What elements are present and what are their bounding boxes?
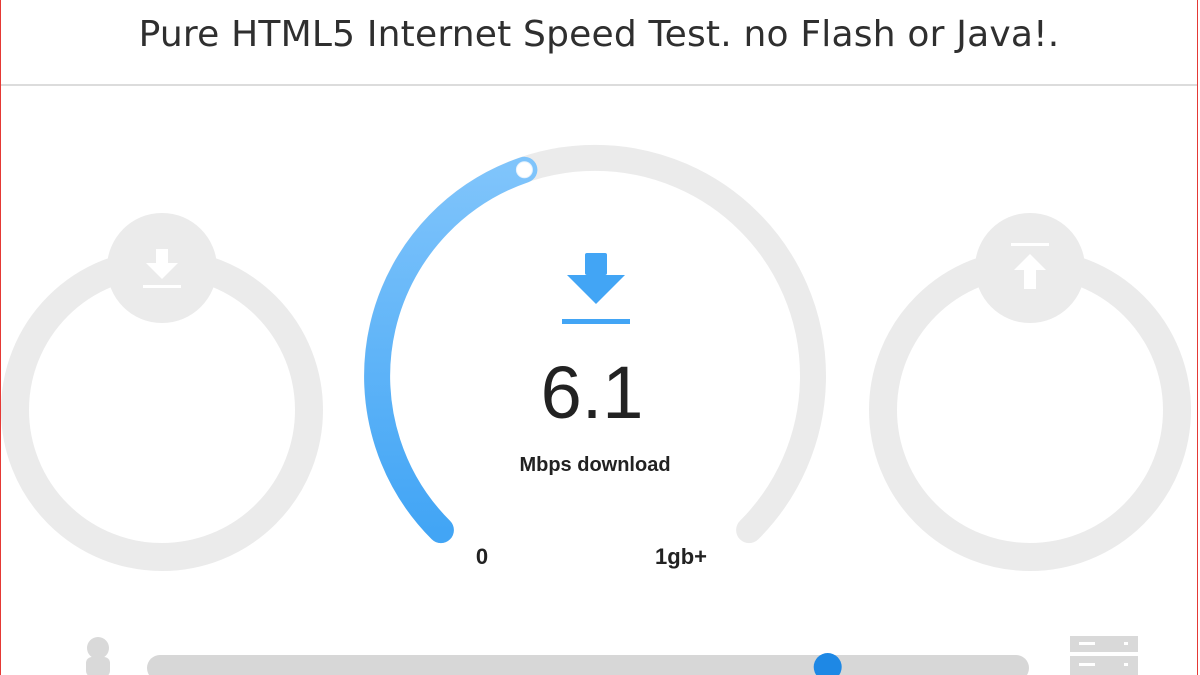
scale-max-label: 1gb+: [655, 544, 707, 569]
app-window: Pure HTML5 Internet Speed Test. no Flash…: [0, 0, 1198, 675]
scale-min-label: 0: [476, 544, 488, 569]
server-icon: [1070, 636, 1138, 675]
speed-test-stage: 6.1 Mbps download 0 1gb+: [1, 144, 1191, 675]
main-gauge: 6.1 Mbps download 0 1gb+: [364, 144, 826, 569]
right-gauge: [869, 213, 1191, 571]
main-gauge-fill: [364, 156, 538, 544]
speed-value: 6.1: [541, 351, 644, 434]
left-gauge: [1, 213, 323, 571]
speed-unit-label: Mbps download: [519, 454, 670, 476]
person-icon: [86, 637, 110, 675]
download-arrow-icon: [562, 253, 630, 324]
main-gauge-needle-dot: [515, 161, 533, 179]
progress-track: [147, 655, 1029, 675]
